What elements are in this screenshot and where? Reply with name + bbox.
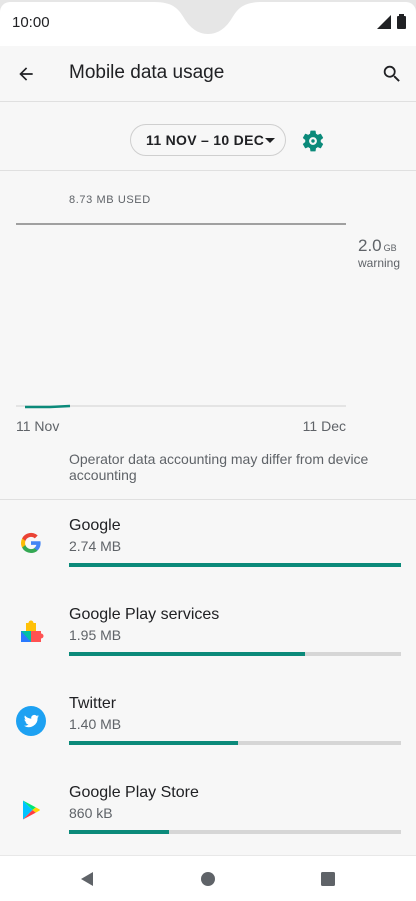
usage-line (25, 404, 71, 409)
warning-label: warning (358, 256, 401, 270)
search-button[interactable] (378, 60, 406, 88)
app-name: Google Play Store (69, 784, 199, 801)
usage-bar-fill (69, 652, 305, 656)
gear-icon[interactable] (300, 128, 326, 154)
usage-bar (69, 830, 401, 834)
app-row-google-play-services[interactable]: Google Play services 1.95 MB (0, 589, 416, 678)
app-row-google[interactable]: Google 2.74 MB (0, 500, 416, 589)
cycle-label: 11 NOV – 10 DEC (146, 132, 265, 148)
app-size: 2.74 MB (69, 538, 122, 554)
app-size: 1.40 MB (69, 716, 122, 732)
usage-bar (69, 652, 401, 656)
usage-bar (69, 563, 401, 567)
signal-icon (377, 14, 391, 29)
accounting-note: Operator data accounting may differ from… (69, 451, 369, 483)
google-icon (16, 528, 46, 558)
app-size: 1.95 MB (69, 627, 122, 643)
notch-shape (0, 0, 416, 46)
usage-bar-fill (69, 563, 401, 567)
circle-home-icon (201, 872, 215, 886)
dropdown-arrow-icon (265, 138, 275, 143)
warning-unit: GB (383, 243, 397, 253)
usage-chart: 8.73 MB USED 2.0 GB warning 11 Nov 11 Dec… (0, 172, 416, 500)
usage-bar-fill (69, 830, 169, 834)
arrow-back-icon (19, 67, 33, 81)
square-recents-icon (321, 872, 335, 886)
cycle-row: 11 NOV – 10 DEC (0, 103, 416, 171)
nav-home-button[interactable] (198, 869, 218, 889)
battery-icon (397, 14, 406, 29)
warning-number: 2.0 (358, 236, 382, 255)
back-button[interactable] (12, 60, 40, 88)
nav-recents-button[interactable] (318, 869, 338, 889)
app-row-google-play-store[interactable]: Google Play Store 860 kB (0, 767, 416, 856)
cycle-end-label: 11 Dec (302, 418, 346, 434)
page-title: Mobile data usage (69, 62, 225, 83)
triangle-back-icon (81, 872, 93, 886)
cycle-start-label: 11 Nov (16, 418, 60, 434)
app-usage-list: Google 2.74 MB Google Play services 1.95… (0, 500, 416, 856)
google-play-store-icon (16, 795, 46, 825)
twitter-icon (16, 706, 46, 736)
warning-value: 2.0 GB (358, 236, 397, 256)
cycle-dropdown[interactable]: 11 NOV – 10 DEC (130, 124, 286, 156)
nav-back-button[interactable] (77, 869, 97, 889)
google-play-services-icon (16, 617, 46, 647)
app-name: Google (69, 517, 121, 534)
search-icon (383, 65, 400, 82)
status-icons (377, 14, 406, 29)
app-bar: Mobile data usage (0, 46, 416, 102)
app-name: Google Play services (69, 606, 220, 623)
app-size: 860 kB (69, 805, 113, 821)
app-row-twitter[interactable]: Twitter 1.40 MB (0, 678, 416, 767)
usage-bar-fill (69, 741, 239, 745)
navigation-bar (0, 855, 416, 901)
usage-bar (69, 741, 401, 745)
status-time: 10:00 (12, 14, 50, 31)
app-name: Twitter (69, 695, 117, 712)
status-bar: 10:00 (0, 0, 416, 46)
